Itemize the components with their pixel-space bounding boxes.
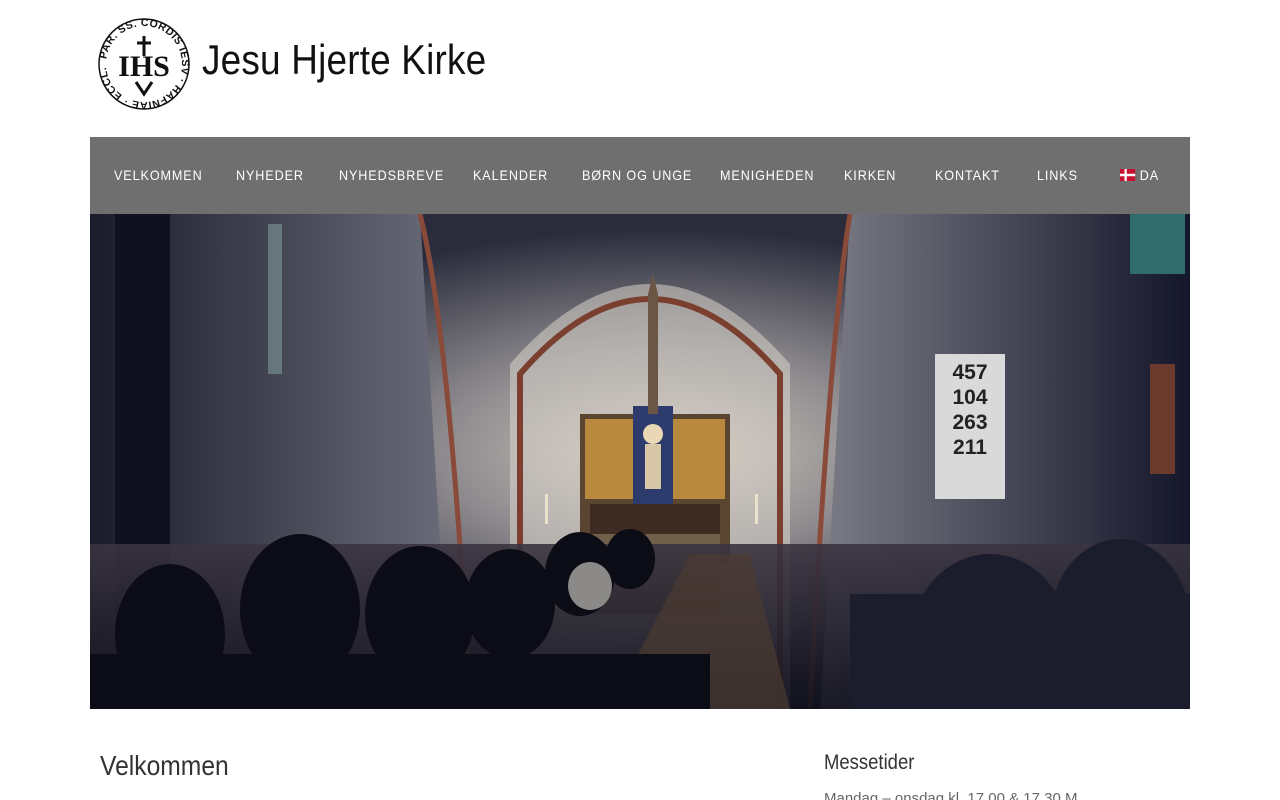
nav-item-velkommen[interactable]: VELKOMMEN bbox=[114, 137, 203, 214]
site-header: PAR. SS. CORDIS IESV · HAFNIAE · ECCL. I… bbox=[90, 0, 1190, 137]
hymn-number: 211 bbox=[953, 436, 987, 459]
nav-item-kontakt[interactable]: KONTAKT bbox=[935, 137, 1000, 214]
hymn-number: 263 bbox=[952, 411, 987, 434]
church-logo[interactable]: PAR. SS. CORDIS IESV · HAFNIAE · ECCL. I… bbox=[96, 16, 192, 112]
danish-flag-icon bbox=[1120, 169, 1136, 181]
language-label: DA bbox=[1139, 167, 1160, 183]
nav-item-nyhedsbreve[interactable]: NYHEDSBREVE bbox=[339, 137, 444, 214]
page-heading: Velkommen bbox=[100, 750, 229, 781]
hero-image-church-interior: 457 104 263 211 bbox=[90, 214, 1190, 709]
hymn-number: 457 bbox=[952, 361, 987, 384]
nav-item-kirken[interactable]: KIRKEN bbox=[844, 137, 896, 214]
nav-item-nyheder[interactable]: NYHEDER bbox=[236, 137, 304, 214]
hymn-number: 104 bbox=[952, 386, 987, 409]
nav-item-born-og-unge[interactable]: BØRN OG UNGE bbox=[582, 137, 692, 214]
language-switcher[interactable]: DA bbox=[1120, 137, 1159, 214]
site-title[interactable]: Jesu Hjerte Kirke bbox=[202, 36, 486, 84]
nav-item-kalender[interactable]: KALENDER bbox=[473, 137, 548, 214]
nav-item-menigheden[interactable]: MENIGHEDEN bbox=[720, 137, 814, 214]
nav-item-links[interactable]: LINKS bbox=[1037, 137, 1078, 214]
sidebar-heading: Messetider bbox=[824, 751, 915, 774]
main-navigation: VELKOMMEN NYHEDER NYHEDSBREVE KALENDER B… bbox=[90, 137, 1190, 214]
sidebar-first-line: Mandag – onsdag kl. 17.00 & 17.30 M... bbox=[824, 790, 1091, 800]
